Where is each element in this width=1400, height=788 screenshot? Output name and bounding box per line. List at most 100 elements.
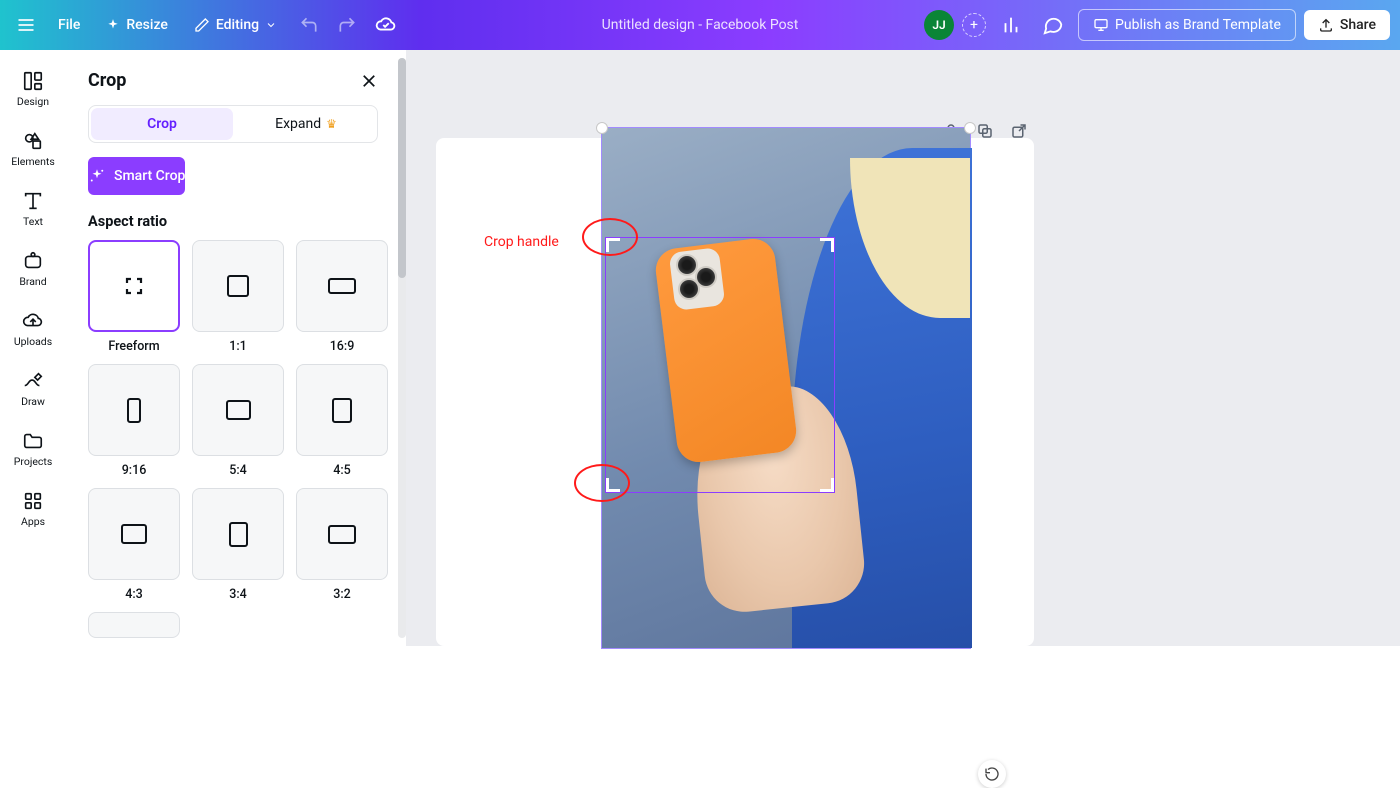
popout-button[interactable]	[1008, 120, 1030, 142]
nav-label: Draw	[21, 395, 45, 408]
nav-label: Design	[17, 95, 49, 108]
panel-scrollbar[interactable]	[398, 58, 406, 638]
bar-chart-icon	[1000, 14, 1022, 36]
annotation-circle	[582, 218, 638, 256]
annotation-circle	[574, 464, 630, 502]
image-content	[697, 268, 715, 286]
nav-item-text[interactable]: Text	[3, 182, 63, 236]
nav-item-elements[interactable]: Elements	[3, 122, 63, 176]
share-label: Share	[1340, 17, 1376, 33]
draw-icon	[22, 370, 44, 392]
canvas-area[interactable]: Crop handle	[406, 50, 1400, 646]
undo-icon	[299, 15, 319, 35]
ratio-9-16[interactable]: 9:16	[88, 364, 180, 478]
nav-item-design[interactable]: Design	[3, 62, 63, 116]
chevron-down-icon	[265, 19, 277, 31]
text-icon	[22, 190, 44, 212]
insights-button[interactable]	[994, 8, 1028, 42]
ratio-label: 9:16	[122, 463, 147, 478]
ratio-4-5[interactable]: 4:5	[296, 364, 388, 478]
file-label: File	[58, 17, 80, 33]
external-icon	[1010, 122, 1028, 140]
tab-crop-label: Crop	[147, 116, 177, 132]
resize-handle-tl[interactable]	[596, 122, 608, 134]
image-element[interactable]	[602, 128, 970, 648]
shapes-icon	[22, 130, 44, 152]
brand-icon	[22, 250, 44, 272]
panel-scroll-thumb[interactable]	[398, 58, 406, 278]
ratio-1-1[interactable]: 1:1	[192, 240, 284, 354]
copy-icon	[976, 122, 994, 140]
ratio-label: 4:5	[333, 463, 351, 478]
nav-item-apps[interactable]: Apps	[3, 482, 63, 536]
nav-label: Apps	[21, 515, 45, 528]
publish-label: Publish as Brand Template	[1115, 17, 1281, 33]
freeform-icon	[122, 274, 146, 298]
share-button[interactable]: Share	[1304, 10, 1390, 40]
crop-expand-tabs: Crop Expand ♛	[88, 105, 378, 143]
document-title[interactable]: Untitled design - Facebook Post	[602, 17, 799, 33]
resize-handle-tr[interactable]	[964, 122, 976, 134]
annotation-label: Crop handle	[484, 234, 559, 250]
tab-expand-label: Expand	[275, 116, 321, 132]
nav-label: Brand	[19, 275, 46, 288]
editing-dropdown[interactable]: Editing	[184, 11, 287, 39]
ratio-label: 1:1	[229, 339, 247, 354]
pencil-icon	[194, 17, 210, 33]
nav-item-uploads[interactable]: Uploads	[3, 302, 63, 356]
redo-button[interactable]	[331, 9, 363, 41]
tab-crop[interactable]: Crop	[91, 108, 233, 140]
duplicate-button[interactable]	[974, 120, 996, 142]
nav-item-draw[interactable]: Draw	[3, 362, 63, 416]
panel-title: Crop	[88, 70, 126, 91]
ratio-more[interactable]	[88, 612, 180, 638]
menu-button[interactable]	[10, 9, 42, 41]
ratio-label: 16:9	[330, 339, 355, 354]
undo-button[interactable]	[293, 9, 325, 41]
nav-item-brand[interactable]: Brand	[3, 242, 63, 296]
add-member-button[interactable]: +	[962, 13, 986, 37]
rotate-button[interactable]	[978, 760, 1006, 788]
ratio-label: 4:3	[125, 587, 143, 602]
smart-crop-label: Smart Crop	[114, 168, 185, 184]
ratio-5-4[interactable]: 5:4	[192, 364, 284, 478]
template-icon	[22, 70, 44, 92]
close-icon	[360, 72, 378, 90]
resize-button[interactable]: Resize	[96, 11, 178, 39]
cloud-sync-button[interactable]	[369, 8, 403, 42]
cloud-upload-icon	[22, 310, 44, 332]
comment-button[interactable]	[1036, 8, 1070, 42]
ratio-label: Freeform	[108, 339, 159, 354]
redo-icon	[337, 15, 357, 35]
ratio-3-2[interactable]: 3:2	[296, 488, 388, 602]
folder-icon	[22, 430, 44, 452]
editing-label: Editing	[216, 17, 259, 33]
close-panel-button[interactable]	[360, 72, 378, 90]
hamburger-icon	[16, 15, 36, 35]
ratio-16-9[interactable]: 16:9	[296, 240, 388, 354]
aspect-ratio-heading: Aspect ratio	[72, 213, 394, 240]
resize-label: Resize	[126, 17, 168, 33]
file-menu[interactable]: File	[48, 11, 90, 39]
plus-icon: +	[970, 17, 978, 33]
ratio-label: 3:2	[333, 587, 351, 602]
image-content	[680, 280, 698, 298]
present-icon	[1093, 17, 1109, 33]
smart-crop-button[interactable]: Smart Crop	[88, 157, 185, 195]
top-bar: File Resize Editing Untitled design - Fa…	[0, 0, 1400, 50]
image-content	[678, 256, 696, 274]
sparkles-icon	[88, 167, 106, 185]
upload-icon	[1318, 17, 1334, 33]
ratio-freeform[interactable]: Freeform	[88, 240, 180, 354]
tab-expand[interactable]: Expand ♛	[235, 106, 377, 142]
publish-button[interactable]: Publish as Brand Template	[1078, 9, 1296, 41]
crop-panel: Crop Crop Expand ♛ Smart Crop Aspect rat…	[66, 50, 406, 646]
nav-label: Elements	[11, 155, 55, 168]
nav-label: Uploads	[14, 335, 52, 348]
comment-icon	[1042, 14, 1064, 36]
ratio-3-4[interactable]: 3:4	[192, 488, 284, 602]
avatar[interactable]: JJ	[924, 10, 954, 40]
ratio-4-3[interactable]: 4:3	[88, 488, 180, 602]
nav-item-projects[interactable]: Projects	[3, 422, 63, 476]
rotate-icon	[984, 766, 1000, 782]
